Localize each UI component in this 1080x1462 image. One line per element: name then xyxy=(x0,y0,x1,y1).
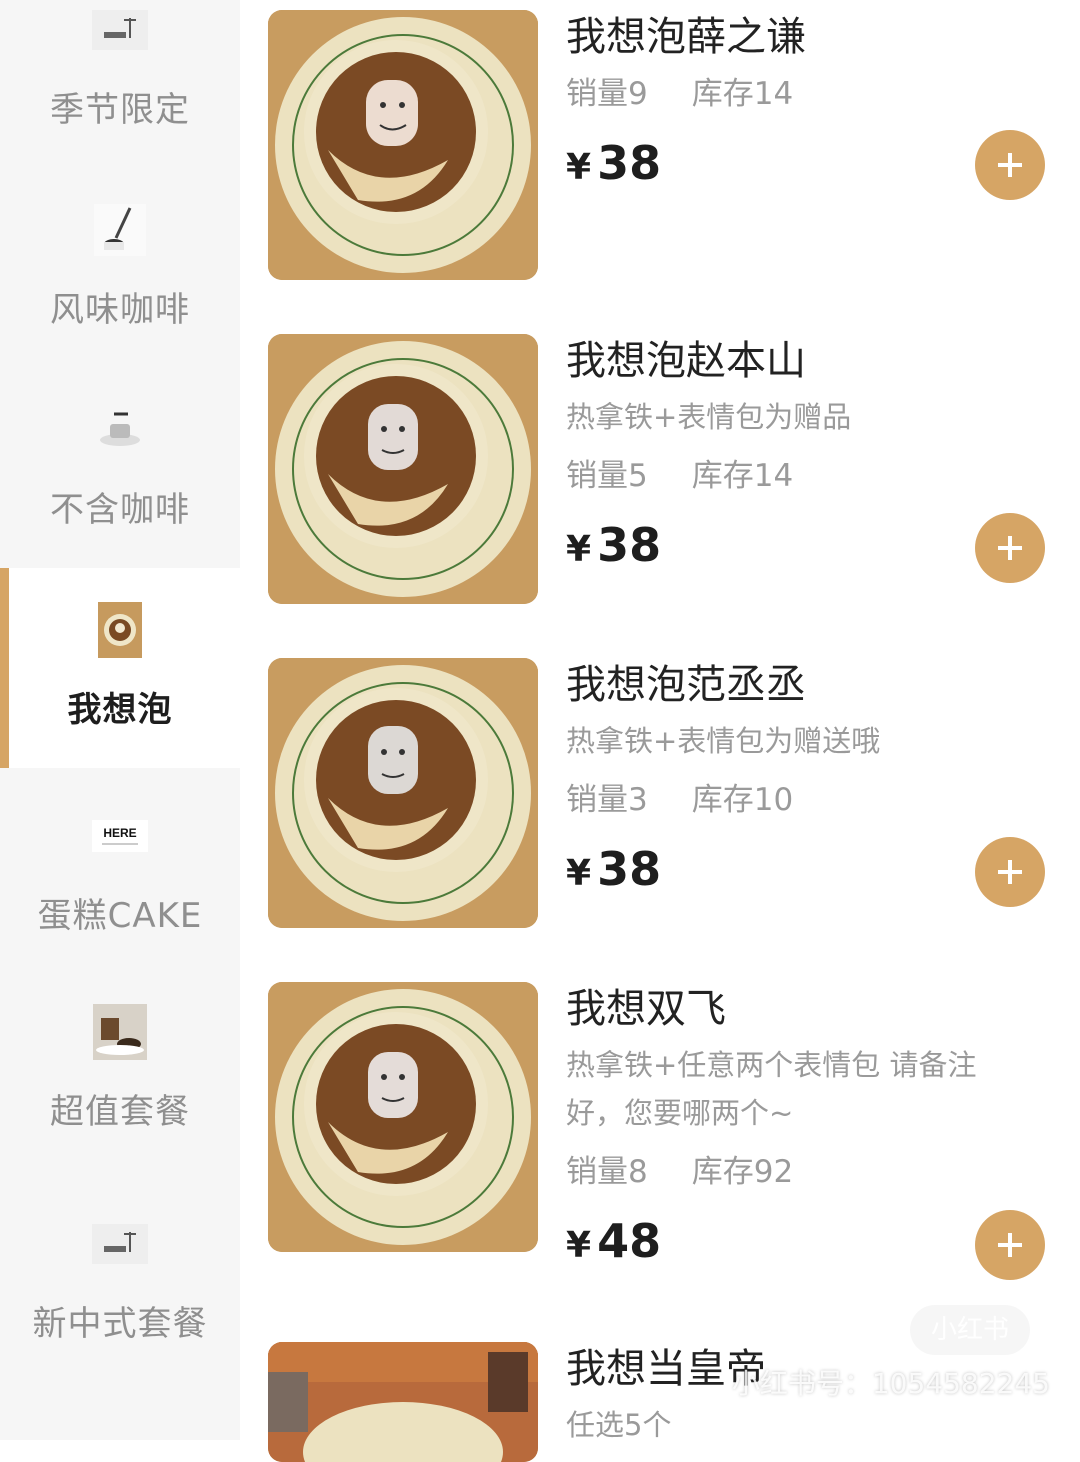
product-card[interactable]: 我想泡赵本山 热拿铁+表情包为赠品 销量5 库存14 ¥38 xyxy=(268,334,1068,614)
product-image[interactable] xyxy=(268,982,538,1252)
price-value: 38 xyxy=(597,842,662,896)
teacup-icon xyxy=(92,402,148,458)
stock-count: 库存14 xyxy=(691,458,794,494)
currency-symbol: ¥ xyxy=(566,1225,592,1266)
plus-icon xyxy=(998,153,1022,177)
sidebar-item-label: 我想泡 xyxy=(67,690,173,730)
watermark-text: 小红书号：1054582245 xyxy=(731,1367,1050,1400)
sales-count: 销量9 xyxy=(566,76,648,112)
product-image[interactable] xyxy=(268,10,538,280)
product-description: 热拿铁+表情包为赠送哦 xyxy=(566,724,881,758)
plus-icon xyxy=(998,1233,1022,1257)
product-price: ¥38 xyxy=(566,136,661,190)
stock-count: 库存92 xyxy=(691,1154,794,1190)
here-logo-icon: HERE xyxy=(92,808,148,864)
sidebar-item-label: 蛋糕CAKE xyxy=(37,896,203,936)
add-to-cart-button[interactable] xyxy=(975,1210,1045,1280)
product-stats: 销量8 库存92 xyxy=(566,1146,793,1191)
product-price: ¥38 xyxy=(566,842,661,896)
product-description-line2: 好，您要哪两个~ xyxy=(566,1096,794,1130)
product-image[interactable] xyxy=(268,334,538,604)
price-value: 38 xyxy=(597,136,662,190)
sales-count: 销量3 xyxy=(566,782,648,818)
price-value: 48 xyxy=(597,1214,662,1268)
plus-icon xyxy=(998,860,1022,884)
product-price: ¥48 xyxy=(566,1214,661,1268)
sidebar-item-new-chinese-set[interactable]: 新中式套餐 xyxy=(0,1168,240,1368)
product-card[interactable]: 我想泡薛之谦 销量9 库存14 ¥38 xyxy=(268,10,1068,290)
svg-text:HERE: HERE xyxy=(103,826,136,840)
add-to-cart-button[interactable] xyxy=(975,513,1045,583)
product-name: 我想泡范丞丞 xyxy=(566,662,806,708)
watermark-logo: 小红书 xyxy=(910,1305,1030,1355)
sales-count: 销量8 xyxy=(566,1154,648,1190)
product-description-line1: 热拿铁+任意两个表情包 请备注 xyxy=(566,1048,977,1082)
product-name: 我想双飞 xyxy=(566,986,726,1032)
sidebar-item-value-set[interactable]: 超值套餐 xyxy=(0,968,240,1168)
sidebar-item-label: 风味咖啡 xyxy=(50,290,190,330)
sales-count: 销量5 xyxy=(566,458,648,494)
plus-icon xyxy=(998,536,1022,560)
cup-saucer-icon xyxy=(92,2,148,58)
sidebar-item-wo-xiang-pao[interactable]: 我想泡 xyxy=(0,568,240,768)
currency-symbol: ¥ xyxy=(566,147,592,188)
product-description: 热拿铁+表情包为赠品 xyxy=(566,400,852,434)
sidebar-item-label: 超值套餐 xyxy=(50,1092,190,1132)
currency-symbol: ¥ xyxy=(566,529,592,570)
currency-symbol: ¥ xyxy=(566,853,592,894)
product-card[interactable]: 我想双飞 热拿铁+任意两个表情包 请备注 好，您要哪两个~ 销量8 库存92 ¥4… xyxy=(268,982,1068,1302)
sidebar-item-seasonal[interactable]: 季节限定 xyxy=(0,0,240,200)
product-stats: 销量9 库存14 xyxy=(566,68,793,113)
category-sidebar: 季节限定 风味咖啡 不含咖啡 我想泡 HERE 蛋糕CAKE 超值套餐 新中式套… xyxy=(0,0,240,1440)
price-value: 38 xyxy=(597,518,662,572)
coffee-set-icon xyxy=(92,1004,148,1060)
latte-art-icon xyxy=(92,602,148,658)
product-stats: 销量3 库存10 xyxy=(566,774,793,819)
product-name: 我想泡薛之谦 xyxy=(566,14,806,60)
add-to-cart-button[interactable] xyxy=(975,837,1045,907)
product-image[interactable] xyxy=(268,1342,538,1462)
sidebar-item-label: 不含咖啡 xyxy=(50,490,190,530)
product-image[interactable] xyxy=(268,658,538,928)
sidebar-item-cake[interactable]: HERE 蛋糕CAKE xyxy=(0,768,240,968)
product-name: 我想泡赵本山 xyxy=(566,338,806,384)
stock-count: 库存10 xyxy=(691,782,794,818)
sidebar-item-label: 季节限定 xyxy=(50,90,190,130)
product-stats: 销量5 库存14 xyxy=(566,450,793,495)
sidebar-item-label: 新中式套餐 xyxy=(32,1304,208,1344)
product-price: ¥38 xyxy=(566,518,661,572)
add-to-cart-button[interactable] xyxy=(975,130,1045,200)
stock-count: 库存14 xyxy=(691,76,794,112)
product-description: 任选5个 xyxy=(566,1408,672,1442)
sidebar-item-flavored-coffee[interactable]: 风味咖啡 xyxy=(0,200,240,400)
product-card[interactable]: 我想泡范丞丞 热拿铁+表情包为赠送哦 销量3 库存10 ¥38 xyxy=(268,658,1068,938)
cup-saucer-icon xyxy=(92,1216,148,1272)
coffee-pour-icon xyxy=(92,202,148,258)
